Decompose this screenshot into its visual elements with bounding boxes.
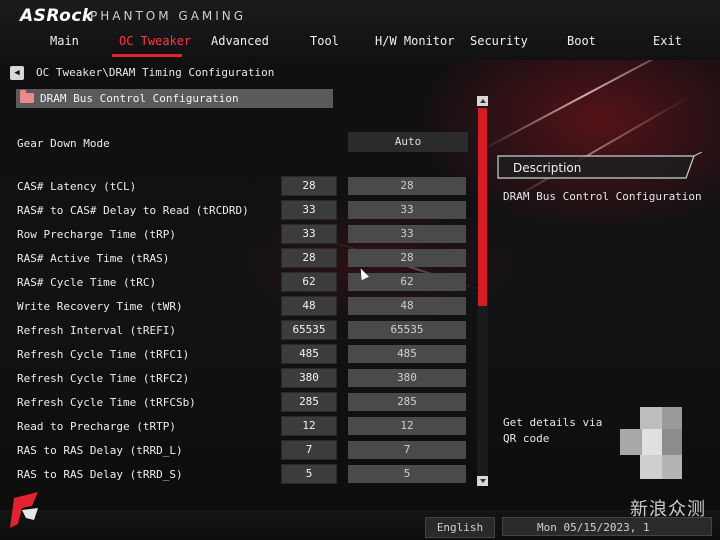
gear-down-label: Gear Down Mode: [17, 137, 110, 150]
description-title: Description: [513, 161, 582, 175]
timing-current-value: 5: [348, 465, 466, 483]
timing-current-value: 380: [348, 369, 466, 387]
timing-value-field[interactable]: 33: [281, 200, 337, 220]
timing-label: Refresh Interval (tREFI): [17, 324, 176, 337]
timing-label: RAS# Cycle Time (tRC): [17, 276, 157, 289]
timing-value-field[interactable]: 48: [281, 296, 337, 316]
tab-oc-tweaker[interactable]: OC Tweaker: [119, 34, 191, 48]
timing-label: RAS# Active Time (tRAS): [17, 252, 170, 265]
timing-label: RAS to RAS Delay (tRRD_L): [17, 444, 183, 457]
timing-current-value: 33: [348, 225, 466, 243]
back-arrow-icon[interactable]: ◀: [10, 66, 24, 80]
timing-value-field[interactable]: 28: [281, 248, 337, 268]
timing-label: CAS# Latency (tCL): [17, 180, 137, 193]
timing-current-value: 28: [348, 249, 466, 267]
timing-current-value: 28: [348, 177, 466, 195]
timing-value-field[interactable]: 7: [281, 440, 337, 460]
breadcrumb: OC Tweaker\DRAM Timing Configuration: [36, 66, 275, 79]
asrock-logo: ASRock: [20, 6, 94, 26]
timing-label: Refresh Cycle Time (tRFC1): [17, 348, 190, 361]
description-text: DRAM Bus Control Configuration: [503, 190, 702, 203]
gear-down-select[interactable]: Auto: [348, 132, 468, 152]
timing-value-field[interactable]: 380: [281, 368, 337, 388]
qr-code-image: [620, 407, 682, 479]
timing-label: RAS# to CAS# Delay to Read (tRCDRD): [17, 204, 249, 217]
scrollbar-thumb[interactable]: [478, 108, 487, 306]
active-tab-indicator: [112, 54, 182, 57]
section-label: DRAM Bus Control Configuration: [40, 92, 239, 105]
tab-security[interactable]: Security: [470, 34, 528, 48]
main-nav: Main OC Tweaker Advanced Tool H/W Monito…: [0, 30, 720, 57]
tab-main[interactable]: Main: [50, 34, 79, 48]
timing-current-value: 33: [348, 201, 466, 219]
timing-current-value: 7: [348, 441, 466, 459]
scroll-up-icon[interactable]: [477, 96, 488, 106]
timing-value-field[interactable]: 12: [281, 416, 337, 436]
tab-exit[interactable]: Exit: [653, 34, 682, 48]
scroll-down-icon[interactable]: [477, 476, 488, 486]
phantom-gaming-logo-icon: [10, 492, 38, 528]
timing-current-value: 485: [348, 345, 466, 363]
language-button[interactable]: English: [425, 517, 495, 538]
qr-caption: Get details via QR code: [503, 416, 603, 445]
timing-label: Write Recovery Time (tWR): [17, 300, 183, 313]
timing-value-field[interactable]: 33: [281, 224, 337, 244]
tab-boot[interactable]: Boot: [567, 34, 596, 48]
timing-value-field[interactable]: 485: [281, 344, 337, 364]
tab-advanced[interactable]: Advanced: [211, 34, 269, 48]
timing-label: Refresh Cycle Time (tRFC2): [17, 372, 190, 385]
tab-tool[interactable]: Tool: [310, 34, 339, 48]
phantom-gaming-wordmark: PHANTOM GAMING: [90, 9, 247, 23]
timing-current-value: 65535: [348, 321, 466, 339]
top-bar: ASRock PHANTOM GAMING Main OC Tweaker Ad…: [0, 0, 720, 60]
timing-current-value: 12: [348, 417, 466, 435]
timing-current-value: 285: [348, 393, 466, 411]
timing-label: Row Precharge Time (tRP): [17, 228, 176, 241]
timing-value-field[interactable]: 62: [281, 272, 337, 292]
section-item-dram-bus-control[interactable]: DRAM Bus Control Configuration: [16, 89, 333, 108]
tab-hw-monitor[interactable]: H/W Monitor: [375, 34, 454, 48]
timing-value-field[interactable]: 285: [281, 392, 337, 412]
timing-label: Refresh Cycle Time (tRFCSb): [17, 396, 196, 409]
timing-value-field[interactable]: 65535: [281, 320, 337, 340]
timing-value-field[interactable]: 5: [281, 464, 337, 484]
folder-icon: [20, 90, 34, 103]
timing-label: Read to Precharge (tRTP): [17, 420, 176, 433]
timing-label: RAS to RAS Delay (tRRD_S): [17, 468, 183, 481]
timing-value-field[interactable]: 28: [281, 176, 337, 196]
timing-current-value: 48: [348, 297, 466, 315]
watermark: 新浪众测: [630, 499, 706, 520]
